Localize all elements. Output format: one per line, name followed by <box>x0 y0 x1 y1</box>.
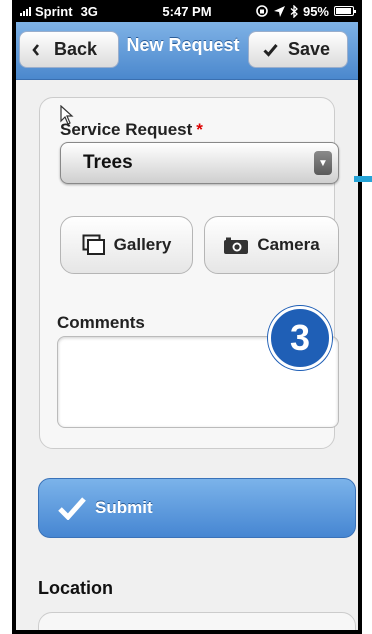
location-heading: Location <box>38 578 113 598</box>
back-button[interactable]: Back <box>19 31 119 68</box>
header-bar: Back New Request Save <box>16 22 358 80</box>
lock-rotation-icon <box>256 5 268 17</box>
bluetooth-icon <box>290 4 298 18</box>
battery-percent: 95% <box>302 3 329 19</box>
comments-label: Comments <box>57 313 145 332</box>
checkmark-icon <box>58 497 86 520</box>
submit-button-label: Submit <box>95 498 153 517</box>
chevron-left-icon <box>32 43 40 56</box>
required-marker: * <box>196 120 203 139</box>
gallery-icon <box>82 234 105 255</box>
location-card <box>38 612 356 630</box>
step-number-badge: 3 <box>268 306 332 370</box>
save-button-label: Save <box>288 39 331 59</box>
battery-icon <box>334 6 356 16</box>
gallery-button-label: Gallery <box>113 235 172 254</box>
location-arrow-icon <box>273 5 285 17</box>
gallery-button[interactable]: Gallery <box>60 216 193 274</box>
back-button-label: Back <box>54 39 98 59</box>
camera-button-label: Camera <box>257 235 320 254</box>
dropdown-arrow-icon: ▼ <box>314 151 332 175</box>
camera-icon <box>224 237 249 254</box>
status-icons: 95% <box>255 3 356 19</box>
save-button[interactable]: Save <box>248 31 348 68</box>
checkmark-icon <box>263 43 278 57</box>
service-request-label: Service Request * <box>60 120 203 140</box>
pointer-cursor-icon <box>60 105 74 125</box>
service-request-label-text: Service Request <box>60 120 193 139</box>
page-title: New Request <box>126 35 240 55</box>
callout-line <box>354 176 372 182</box>
submit-button[interactable]: Submit <box>38 478 356 538</box>
camera-button[interactable]: Camera <box>204 216 339 274</box>
status-bar: Sprint 3G 5:47 PM 95% <box>16 0 358 22</box>
service-request-select[interactable]: Trees ▼ <box>60 142 339 184</box>
service-request-value: Trees <box>83 152 133 173</box>
request-form-card: Service Request * Trees ▼ Gallery Camera… <box>39 97 339 449</box>
